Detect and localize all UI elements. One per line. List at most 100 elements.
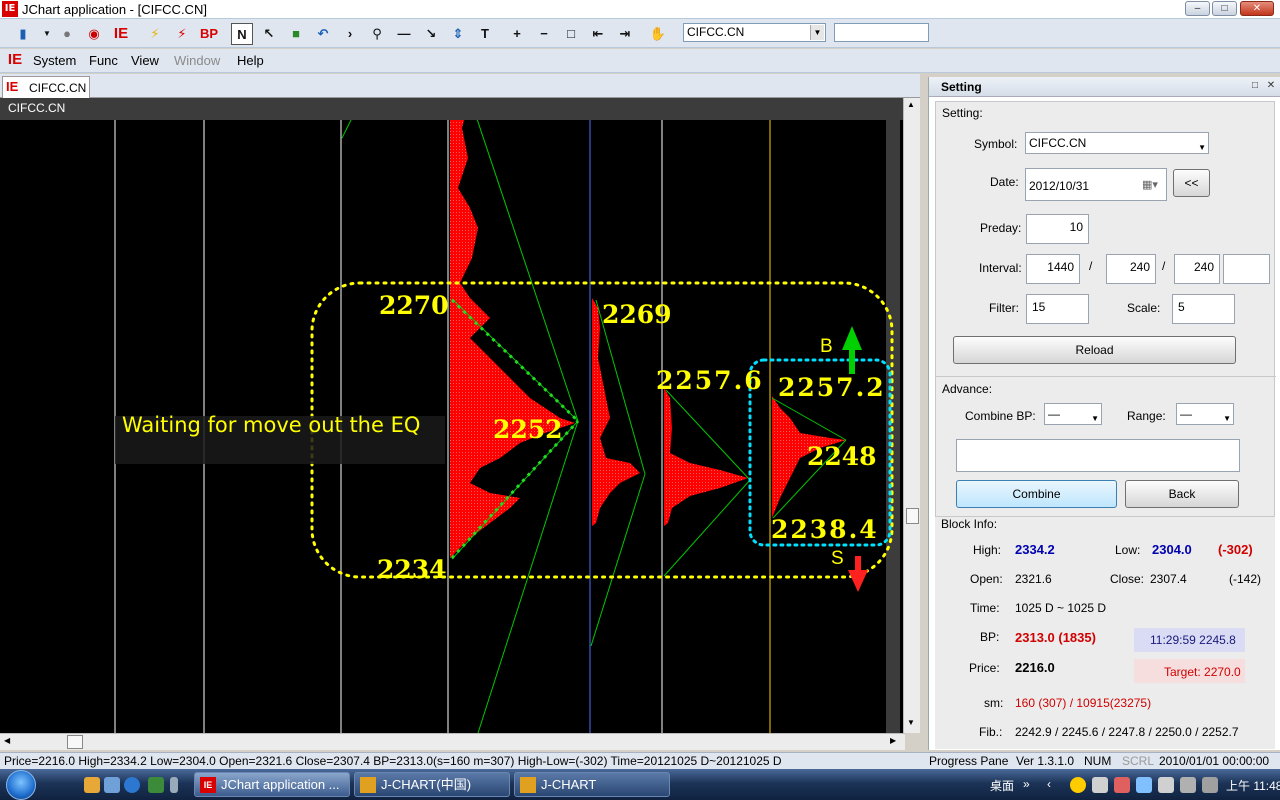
interval-input-3[interactable]: 240 [1174, 254, 1220, 284]
chart-horizontal-scrollbar[interactable]: ◀ ▶ [0, 733, 905, 750]
date-picker[interactable]: 2012/10/31 ▦▾ [1025, 168, 1167, 201]
dropdown-arrow-icon[interactable]: ▼ [36, 23, 58, 45]
volume-profile-2 [592, 298, 640, 526]
bp-icon[interactable]: BP [198, 23, 220, 45]
app-tray-icon[interactable] [1114, 777, 1130, 793]
volume-icon[interactable] [1202, 777, 1218, 793]
scroll-up-icon[interactable]: ▲ [907, 100, 915, 109]
minimize-button[interactable]: – [1185, 1, 1210, 16]
toolbar-search-input[interactable] [834, 23, 929, 42]
symbol-select[interactable]: CIFCC.CN ▼ [683, 23, 826, 42]
hand-icon[interactable]: ✋ [647, 23, 669, 45]
panel-close-icon[interactable]: ✕ [1265, 80, 1277, 92]
menu-help[interactable]: Help [237, 53, 264, 68]
sm-label: sm: [984, 696, 1004, 710]
combine-button[interactable]: Combine [956, 480, 1117, 508]
menu-system[interactable]: System [33, 53, 76, 68]
low-diff: (-302) [1218, 542, 1253, 557]
open-value: 2321.6 [1015, 572, 1052, 586]
annotation-text: Waiting for move out the EQ [122, 413, 421, 437]
desktop-chevron-icon[interactable]: » [1023, 777, 1030, 791]
scroll-thumb[interactable] [67, 735, 83, 749]
panel-restore-icon[interactable]: □ [1249, 80, 1261, 92]
undo-icon[interactable]: ↶ [312, 23, 334, 45]
taskbar-item-jchart-2[interactable]: J-CHART [514, 772, 670, 797]
close-button[interactable]: ✕ [1240, 1, 1274, 16]
ie-logo-icon[interactable]: IE [110, 23, 132, 45]
horizontal-line-icon[interactable]: — [393, 23, 415, 45]
chart-type-icon[interactable]: ▮ [12, 23, 34, 45]
taskbar-item-jchart[interactable]: IE JChart application ... [194, 772, 350, 797]
chevron-down-icon: ▼ [810, 25, 824, 40]
up-down-icon[interactable]: ⇕ [447, 23, 469, 45]
interval-input-2[interactable]: 240 [1106, 254, 1156, 284]
taskbar-item-jchart-cn[interactable]: J-CHART(中国) [354, 772, 510, 797]
scroll-thumb[interactable] [906, 508, 919, 524]
taskbar-item-label: J-CHART [541, 777, 597, 792]
back-date-button[interactable]: << [1173, 169, 1210, 197]
qq-icon[interactable] [1070, 777, 1086, 793]
move-right-icon[interactable]: ⇥ [614, 23, 636, 45]
symbol-label: Symbol: [974, 137, 1018, 151]
close-value: 2307.4 [1150, 572, 1187, 586]
menu-func[interactable]: Func [89, 53, 118, 68]
interval-input-1[interactable]: 1440 [1026, 254, 1080, 284]
scroll-left-icon[interactable]: ◀ [4, 736, 10, 745]
setting-panel: Setting □ ✕ Setting: Symbol: CIFCC.CN ▼ … [928, 77, 1280, 750]
combine-bp-dropdown[interactable]: — ▼ [1044, 403, 1102, 425]
range-dropdown[interactable]: — ▼ [1176, 403, 1234, 425]
clock[interactable]: 上午 11:48 [1226, 777, 1280, 794]
zoom-out-icon[interactable]: − [533, 23, 555, 45]
zoom-in-icon[interactable]: + [506, 23, 528, 45]
record-icon[interactable]: ● [56, 23, 78, 45]
target-value: Target: 2270.0 [1164, 665, 1241, 679]
text-tool-icon[interactable]: T [474, 23, 496, 45]
quicklaunch-ie-icon[interactable] [124, 777, 140, 793]
back-button[interactable]: Back [1125, 480, 1239, 508]
interval-input-4[interactable] [1223, 254, 1270, 284]
cursor-icon[interactable]: ↖ [258, 23, 280, 45]
flag-icon[interactable] [1158, 777, 1174, 793]
symbol-dropdown[interactable]: CIFCC.CN ▼ [1025, 132, 1209, 154]
tab-cifcc[interactable]: IE CIFCC.CN [2, 76, 90, 98]
calendar-icon[interactable]: ▦▾ [1142, 177, 1158, 193]
level-label: 2248 [807, 442, 877, 471]
car-icon[interactable]: ◉ [83, 23, 105, 45]
chevron-down-icon: ▼ [1223, 414, 1231, 423]
n-icon[interactable]: N [231, 23, 253, 45]
menu-view[interactable]: View [131, 53, 159, 68]
cube-icon[interactable]: ■ [285, 23, 307, 45]
menu-logo-icon: IE [7, 51, 23, 68]
zoom-icon[interactable]: ⚲ [366, 23, 388, 45]
quicklaunch-folder-icon[interactable] [84, 777, 100, 793]
preday-input[interactable]: 10 [1026, 214, 1089, 244]
taskbar: IE JChart application ... J-CHART(中国) J-… [0, 769, 1280, 800]
maximize-button[interactable]: □ [1212, 1, 1237, 16]
combine-text-area[interactable] [956, 439, 1240, 472]
chart-canvas[interactable]: CIFCC.CN Waiting for move out the EQ 227… [0, 98, 905, 733]
diagonal-line-icon[interactable]: ↘ [420, 23, 442, 45]
quicklaunch-desktop-icon[interactable] [104, 777, 120, 793]
desktop-toolbar-label[interactable]: 桌面 [990, 777, 1014, 794]
network-icon[interactable] [1092, 777, 1108, 793]
reload-button[interactable]: Reload [953, 336, 1236, 364]
chart-vertical-scrollbar[interactable]: ▲ ▼ [903, 98, 920, 733]
monitor-icon[interactable] [1180, 777, 1196, 793]
line-right-icon[interactable]: › [339, 23, 361, 45]
people-tray-icon[interactable] [1136, 777, 1152, 793]
filter-input[interactable]: 15 [1026, 294, 1089, 324]
scroll-down-icon[interactable]: ▼ [907, 718, 915, 727]
lightning-red-icon[interactable]: ⚡ [171, 23, 193, 45]
start-button[interactable] [6, 770, 36, 800]
menu-window[interactable]: Window [174, 53, 220, 68]
price-label: Price: [969, 661, 1000, 675]
scale-input[interactable]: 5 [1172, 294, 1235, 324]
quicklaunch-more-icon[interactable] [170, 777, 178, 793]
quicklaunch-app-icon[interactable] [148, 777, 164, 793]
select-box-icon[interactable]: □ [560, 23, 582, 45]
document-tab-strip: IE CIFCC.CN [0, 74, 920, 98]
tray-arrow-icon[interactable]: ‹ [1047, 777, 1051, 791]
lightning-yellow-icon[interactable]: ⚡ [144, 23, 166, 45]
move-left-icon[interactable]: ⇤ [587, 23, 609, 45]
scroll-right-icon[interactable]: ▶ [890, 736, 896, 745]
